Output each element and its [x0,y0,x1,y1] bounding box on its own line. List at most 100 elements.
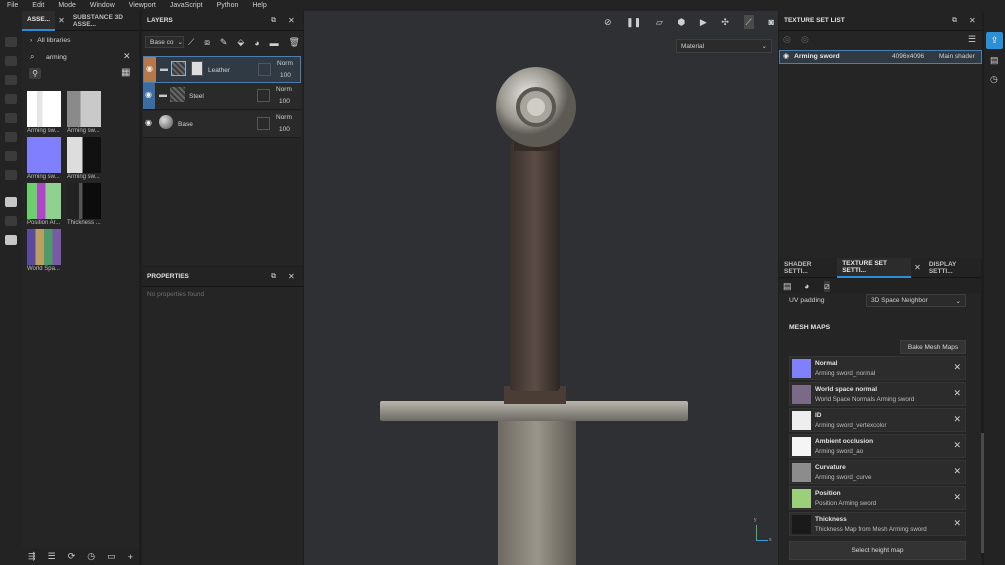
asset-thumbnail[interactable]: Thickness ... [67,183,101,226]
search-input[interactable]: arming [46,54,67,61]
uv-icon[interactable]: ⧄ [824,281,830,292]
float-panel-icon[interactable]: ⧉ [952,17,957,25]
folder-icon[interactable]: ▭ [107,551,116,562]
add-smart-mask-icon[interactable]: ◕ [254,36,259,49]
layer-mask-toggle[interactable] [257,89,270,102]
eye-icon[interactable]: ◉ [145,90,152,99]
tab-substance-assets[interactable]: SUBSTANCE 3D ASSE... [68,11,139,31]
menu-viewport[interactable]: Viewport [129,2,156,9]
pause-icon[interactable]: ❚❚ [626,15,641,29]
mesh-map-slot-normal[interactable]: Normal Arming sword_normal ✕ [789,356,966,380]
tab-texture-set-settings[interactable]: TEXTURE SET SETTI... [837,257,912,278]
object-icon[interactable]: ⬢ [677,15,685,29]
visibility-icon[interactable]: ◎ [783,34,791,45]
close-icon[interactable]: ✕ [288,272,295,281]
geometry-tool-icon[interactable] [5,170,17,180]
blend-mode-dropdown[interactable]: Norm [277,60,293,67]
mesh-map-slot-thickness[interactable]: Thickness Thickness Map from Mesh Arming… [789,512,966,536]
paint-mode-icon[interactable]: ⟋ [743,15,754,29]
picker-tool-icon[interactable] [5,151,17,161]
mesh-map-slot-id[interactable]: ID Arming sword_vertexcolor ✕ [789,408,966,432]
blend-mode-dropdown[interactable]: Norm [276,86,292,93]
remove-icon[interactable]: ✕ [953,440,961,451]
asset-thumbnail[interactable]: Arming sw... [67,137,101,180]
add-paint-layer-icon[interactable]: ✎ [220,36,228,49]
layer-row-base[interactable]: ◉ Base Norm 100 [143,111,301,138]
export-icon[interactable]: ⇪ [986,32,1003,49]
add-effect-icon[interactable]: ⟋ [188,36,194,49]
remove-icon[interactable]: ✕ [953,388,961,399]
texture-set-icon[interactable]: ▤ [783,281,792,292]
layer-row-steel[interactable]: ◉ ▬ Steel Norm 100 [143,83,301,110]
projection-tool-icon[interactable] [5,75,17,85]
breadcrumb[interactable]: › All libraries [30,37,71,44]
assets-tool-icon[interactable] [5,197,17,207]
add-fill-layer-icon[interactable]: ⬙ [237,36,244,49]
channel-dropdown[interactable]: Base co ⌄ [145,36,184,48]
float-panel-icon[interactable]: ⧉ [271,17,276,25]
opacity-field[interactable]: 100 [280,72,291,79]
menu-file[interactable]: File [7,2,18,9]
close-icon[interactable]: ✕ [969,16,976,25]
import-icon[interactable]: ⇶ [28,551,36,562]
mesh-map-slot-world-space-normal[interactable]: World space normal World Space Normals A… [789,382,966,406]
paint-brush-tool-icon[interactable] [5,37,17,47]
eye-icon[interactable]: ◉ [783,52,789,60]
menu-help[interactable]: Help [252,2,266,9]
hide-ui-icon[interactable]: ⊘ [604,15,612,29]
bake-mesh-maps-button[interactable]: Bake Mesh Maps [900,340,966,354]
tab-display-settings[interactable]: DISPLAY SETTI... [924,258,982,278]
history-icon[interactable]: ◷ [990,74,998,85]
list-settings-icon[interactable]: ☰ [968,34,976,45]
close-icon[interactable]: ✕ [58,16,65,25]
eye-icon[interactable]: ◉ [145,118,152,127]
grid-view-icon[interactable]: ▦ [121,67,130,78]
mesh-map-slot-curvature[interactable]: Curvature Arming sword_curve ✕ [789,460,966,484]
symmetry-icon[interactable]: ✣ [721,15,729,29]
add-icon[interactable]: + [128,552,133,562]
close-icon[interactable]: ✕ [914,263,921,272]
shader-icon[interactable]: ◕ [804,281,809,291]
shelf-icon[interactable]: ▤ [990,55,999,66]
remove-icon[interactable]: ✕ [953,492,961,503]
asset-thumbnail[interactable]: Arming sw... [27,137,61,180]
clone-tool-icon[interactable] [5,132,17,142]
menu-edit[interactable]: Edit [32,2,44,9]
layer-row-leather[interactable]: ◉ ▬ Leather Norm 100 [143,56,301,83]
filter-button[interactable]: ⚲ [29,68,41,79]
3d-viewport[interactable]: ⊘ ❚❚ ▱ ⬢ ▶ ✣ ⟋ ◙ Material ⌄ y x [304,11,778,565]
close-icon[interactable]: ✕ [288,16,295,25]
asset-thumbnail[interactable]: Position Ar... [27,183,61,226]
clear-search-icon[interactable]: ✕ [123,51,131,62]
select-height-map-button[interactable]: Select height map [789,541,966,560]
smudge-tool-icon[interactable] [5,113,17,123]
menu-window[interactable]: Window [90,2,115,9]
asset-thumbnail[interactable]: World Spa... [27,229,61,272]
add-folder-icon[interactable]: ▬ [270,36,279,49]
eraser-tool-icon[interactable] [5,56,17,66]
remove-icon[interactable]: ✕ [953,414,961,425]
polygon-fill-tool-icon[interactable] [5,94,17,104]
mesh-map-slot-ambient-occlusion[interactable]: Ambient occlusion Arming sword_ao ✕ [789,434,966,458]
blend-mode-dropdown[interactable]: Norm [276,114,292,121]
history-icon[interactable]: ◷ [87,551,95,562]
refresh-icon[interactable]: ⟳ [68,551,76,562]
opacity-field[interactable]: 100 [279,126,290,133]
uv-padding-dropdown[interactable]: 3D Space Neighbor ⌄ [866,294,966,307]
visibility-solo-icon[interactable]: ◎ [801,34,809,45]
asset-thumbnail[interactable]: Arming sw... [67,91,101,134]
add-mask-icon[interactable]: ⧈ [204,36,210,49]
asset-thumbnail[interactable]: Arming sw... [27,91,61,134]
delete-icon[interactable]: 🗑 [288,36,299,49]
view-mode-icon[interactable]: ▱ [656,15,663,29]
float-panel-icon[interactable]: ⧉ [271,273,276,281]
tab-shader-settings[interactable]: SHADER SETTI... [779,258,837,278]
menu-mode[interactable]: Mode [58,2,76,9]
menu-python[interactable]: Python [217,2,239,9]
menu-javascript[interactable]: JavaScript [170,2,203,9]
remove-icon[interactable]: ✕ [953,466,961,477]
layer-mask-toggle[interactable] [257,117,270,130]
screenshot-icon[interactable]: ◙ [768,15,773,29]
document-tool-icon[interactable] [5,235,17,245]
tab-assets[interactable]: ASSE... [22,10,56,31]
